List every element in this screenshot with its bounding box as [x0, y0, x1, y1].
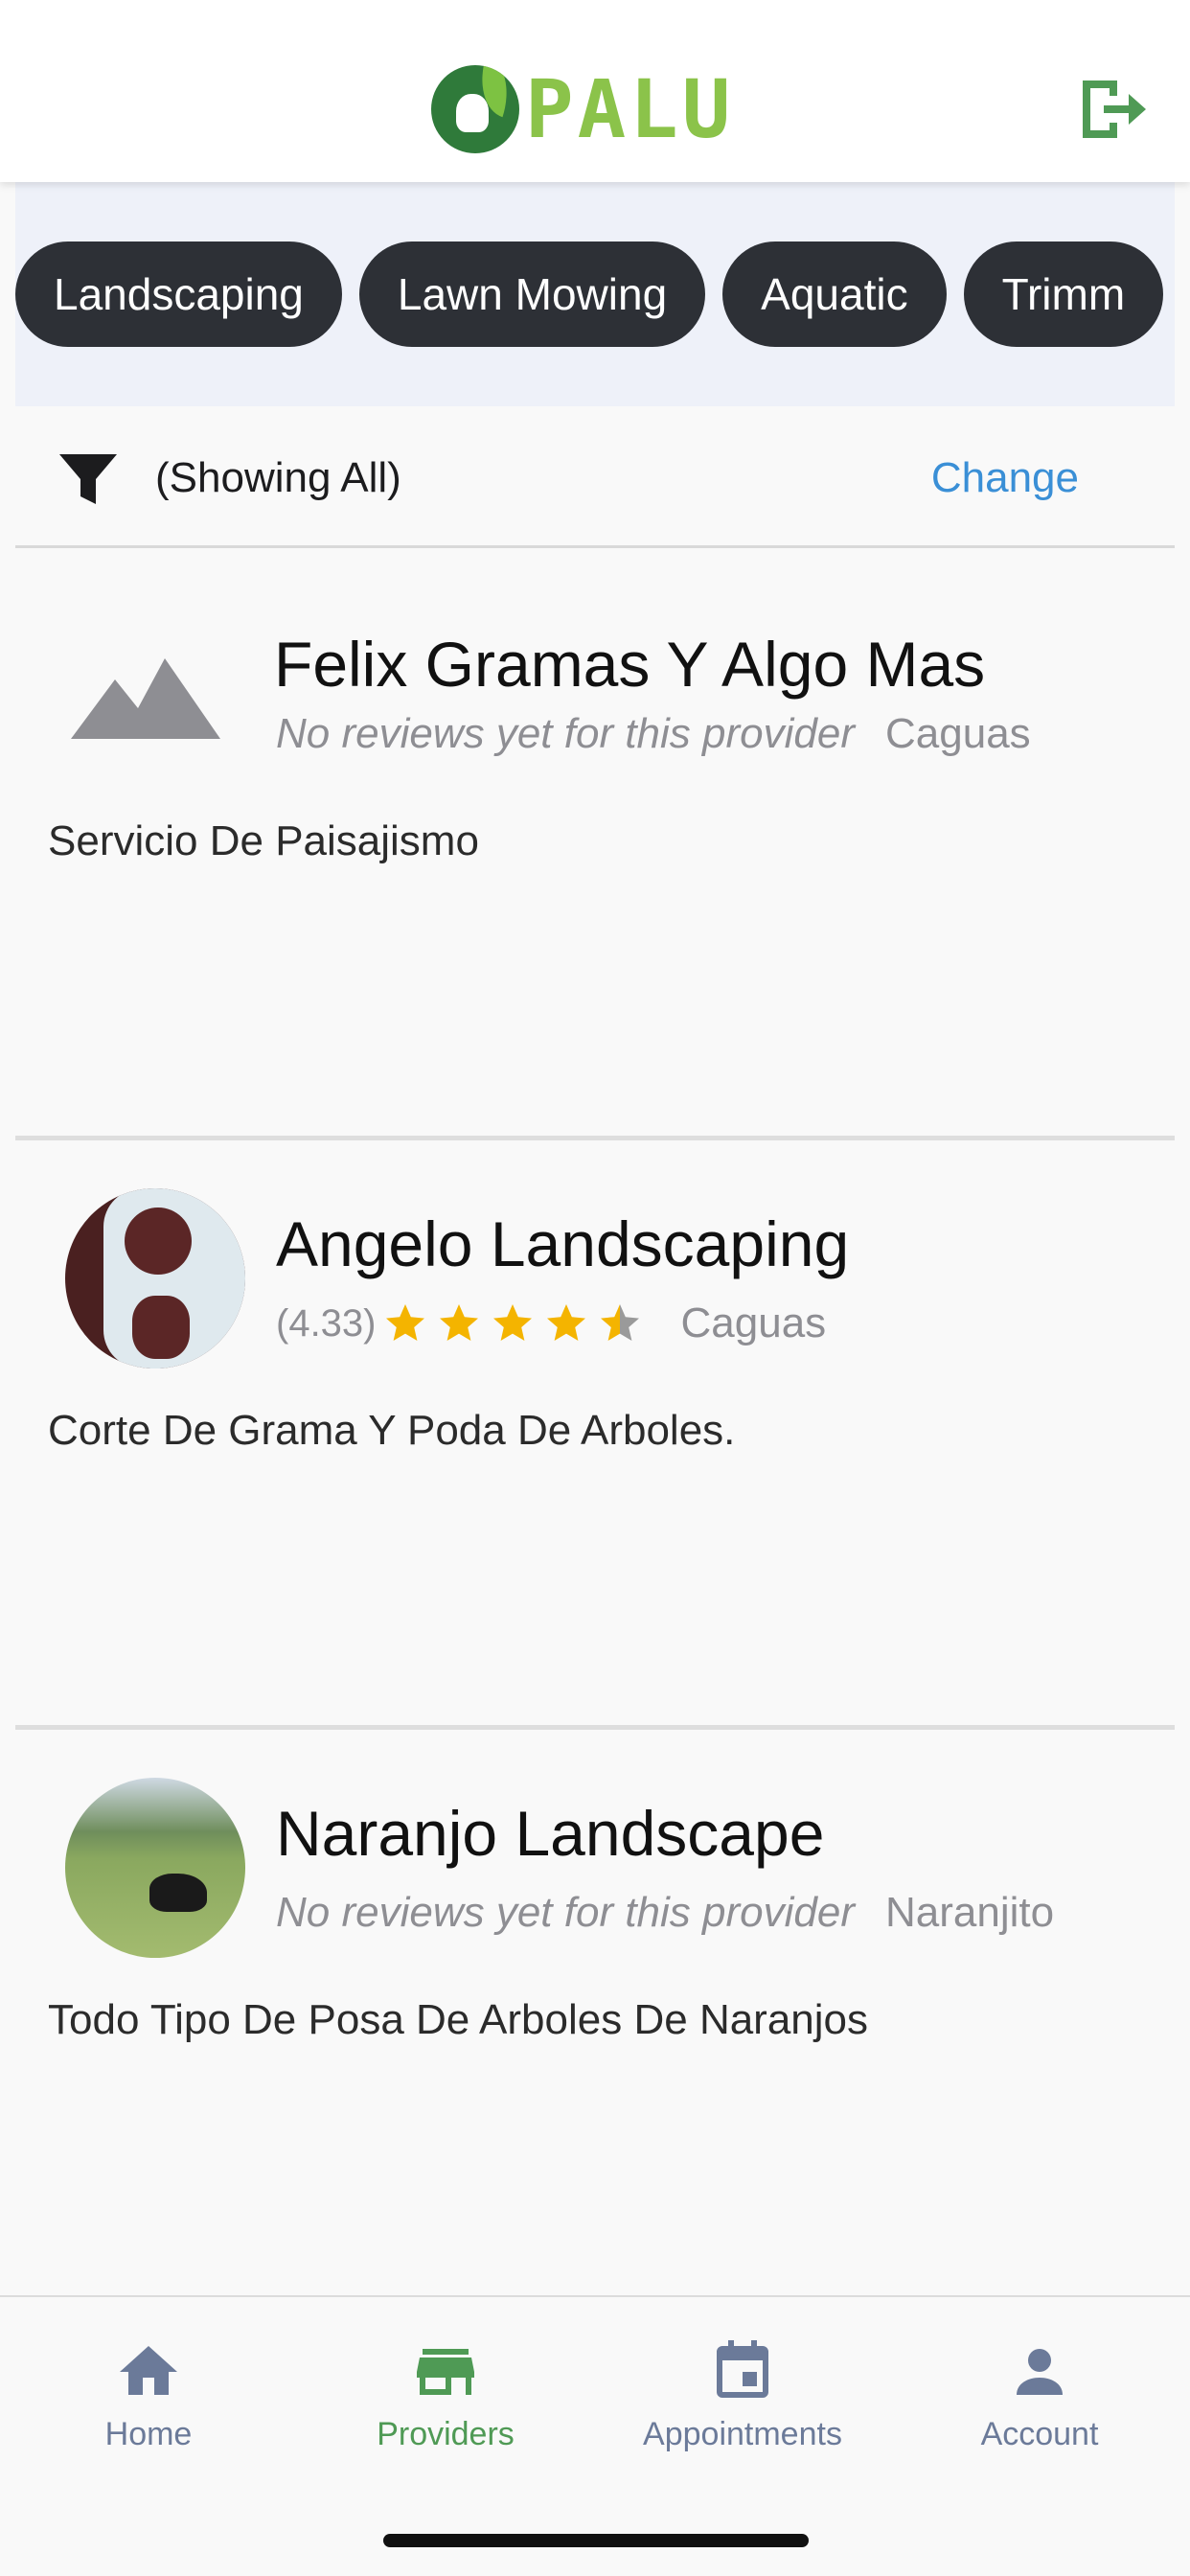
provider-city: Caguas [885, 710, 1031, 757]
provider-description: Todo Tipo De Posa De Arboles De Naranjos [48, 1996, 869, 2043]
tab-label: Account [980, 2416, 1099, 2452]
provider-photo [65, 1778, 245, 1958]
provider-name: Angelo Landscaping [276, 1208, 850, 1279]
category-chip-trimming[interactable]: Trimm [963, 242, 1164, 347]
provider-meta: (4.33) Caguas [276, 1300, 1138, 1347]
provider-city: Caguas [680, 1300, 827, 1346]
rating-value: (4.33) [276, 1301, 377, 1345]
palu-logo: PALU [431, 59, 734, 159]
home-icon [120, 2346, 177, 2395]
store-icon [417, 2349, 474, 2395]
provider-name: Naranjo Landscape [276, 1798, 825, 1869]
provider-avatar [65, 1188, 245, 1368]
filter-icon [59, 454, 117, 504]
tab-appointments[interactable]: Appointments [599, 2337, 886, 2453]
change-filter-link[interactable]: Change [931, 454, 1079, 502]
category-chip-lawn-mowing[interactable]: Lawn Mowing [358, 242, 706, 347]
home-indicator [383, 2534, 809, 2547]
app-header: PALU [0, 0, 1190, 182]
rating-stars [382, 1300, 651, 1346]
star-half-icon [600, 1304, 639, 1341]
star-icon [546, 1304, 585, 1341]
no-reviews-text: No reviews yet for this provider [276, 710, 855, 757]
placeholder-image-icon [71, 658, 220, 739]
category-strip: Landscaping Lawn Mowing Aquatic Trimm [15, 182, 1175, 406]
category-chip-aquatic[interactable]: Aquatic [722, 242, 947, 347]
provider-description: Servicio De Paisajismo [48, 817, 479, 864]
filter-status: (Showing All) [155, 454, 401, 501]
no-reviews-text: No reviews yet for this provider [276, 1889, 855, 1936]
provider-card[interactable]: Angelo Landscaping (4.33) Caguas Corte D… [15, 1140, 1175, 1730]
logo-text: PALU [525, 62, 735, 156]
provider-description: Corte De Grama Y Poda De Arboles. [48, 1407, 736, 1454]
provider-name: Felix Gramas Y Algo Mas [274, 629, 986, 700]
provider-card[interactable]: Felix Gramas Y Algo Mas No reviews yet f… [15, 551, 1175, 1140]
provider-card[interactable]: Naranjo Landscape No reviews yet for thi… [15, 1730, 1175, 2295]
provider-photo [65, 1188, 245, 1368]
tab-label: Home [104, 2416, 193, 2452]
logout-icon[interactable] [1075, 73, 1148, 146]
tab-providers[interactable]: Providers [302, 2337, 589, 2453]
tab-home[interactable]: Home [5, 2337, 292, 2453]
provider-avatar [65, 1778, 245, 1958]
tab-account[interactable]: Account [896, 2337, 1183, 2453]
person-icon [1017, 2349, 1063, 2395]
category-chip-landscaping[interactable]: Landscaping [15, 242, 342, 347]
logo-mark-icon [431, 65, 519, 153]
provider-city: Naranjito [885, 1889, 1055, 1936]
tab-label: Providers [377, 2416, 515, 2452]
star-icon [385, 1304, 424, 1341]
star-icon [492, 1304, 532, 1341]
provider-meta: No reviews yet for this provider Naranji… [276, 1889, 1138, 1937]
star-icon [439, 1304, 478, 1341]
tab-label: Appointments [643, 2416, 842, 2452]
calendar-icon [717, 2340, 768, 2398]
filter-bar: (Showing All) Change [15, 406, 1175, 548]
provider-meta: No reviews yet for this provider Caguas [276, 710, 1138, 758]
